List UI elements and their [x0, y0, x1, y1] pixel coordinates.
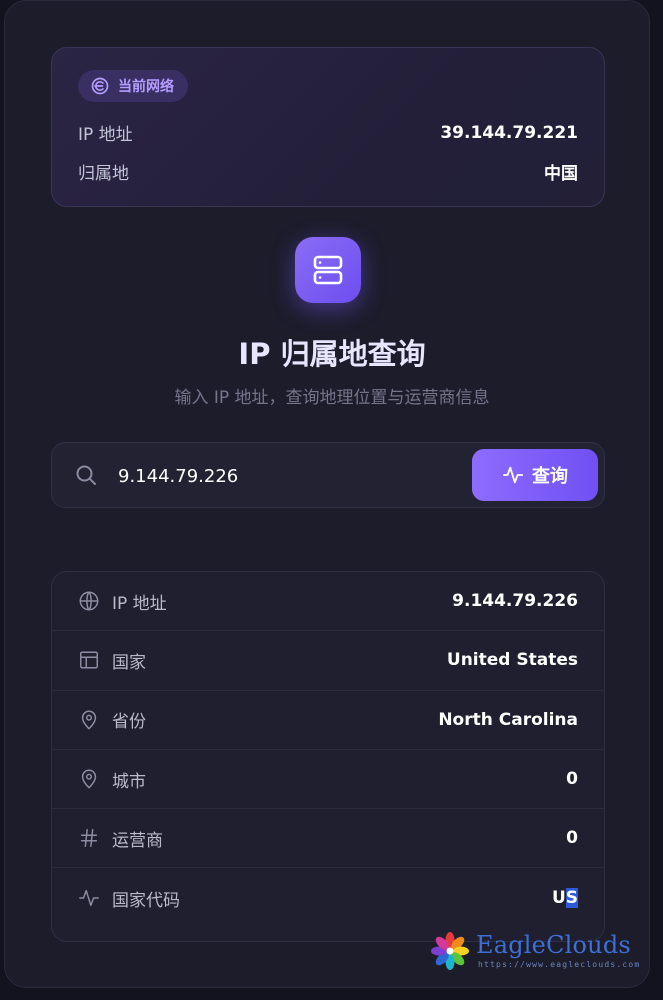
ip-search-input[interactable]	[116, 457, 460, 495]
current-ip-label: IP 地址	[78, 125, 133, 145]
search-button-label: 查询	[532, 466, 568, 487]
search-bar: 查询	[51, 442, 605, 508]
current-network-badge: 当前网络	[78, 70, 188, 102]
page-subtitle: 输入 IP 地址，查询地理位置与运营商信息	[174, 388, 490, 408]
activity-icon	[78, 887, 100, 909]
result-value-isp: 0	[566, 828, 578, 849]
result-label-country: 国家	[112, 652, 146, 673]
result-value-country-code[interactable]: US	[551, 888, 578, 909]
result-value-city: 0	[566, 769, 578, 790]
watermark-brand: EagleClouds	[476, 931, 631, 959]
layout-icon	[78, 649, 100, 671]
result-value-ip: 9.144.79.226	[452, 591, 578, 612]
activity-icon	[502, 466, 524, 484]
result-label-province: 省份	[112, 712, 146, 733]
map-pin-icon	[78, 709, 100, 731]
result-label-city: 城市	[112, 771, 146, 792]
main-panel: 当前网络 IP 地址 39.144.79.221 归属地 中国 IP 归属地查询…	[4, 0, 650, 988]
result-label-ip: IP 地址	[112, 593, 167, 614]
result-row-ip: IP 地址 9.144.79.226	[52, 572, 604, 632]
country-code-selection: S	[565, 888, 578, 909]
result-row-isp: 运营商 0	[52, 809, 604, 869]
map-pin-icon	[78, 768, 100, 790]
network-icon	[91, 77, 109, 95]
current-location-row: 归属地 中国	[78, 159, 578, 184]
result-row-country: 国家 United States	[52, 631, 604, 691]
server-icon	[313, 255, 343, 285]
search-icon	[76, 465, 96, 485]
page-title: IP 归属地查询	[238, 337, 426, 371]
current-location-label: 归属地	[78, 164, 129, 184]
result-card: IP 地址 9.144.79.226 国家 United States 省份 N…	[51, 571, 605, 942]
current-ip-row: IP 地址 39.144.79.221	[78, 120, 578, 146]
eagleclouds-watermark: EagleClouds https://www.eagleclouds.com	[430, 929, 650, 973]
result-value-province: North Carolina	[438, 709, 578, 730]
current-location-value: 中国	[544, 164, 578, 184]
hash-icon	[78, 827, 100, 849]
result-label-country-code: 国家代码	[112, 890, 180, 911]
result-value-country: United States	[446, 650, 578, 671]
current-network-card: 当前网络 IP 地址 39.144.79.221 归属地 中国	[51, 47, 605, 207]
result-row-country-code: 国家代码 US	[52, 868, 604, 927]
result-row-city: 城市 0	[52, 750, 604, 810]
watermark-url: https://www.eagleclouds.com	[478, 960, 641, 969]
result-label-isp: 运营商	[112, 830, 163, 851]
current-network-badge-label: 当前网络	[118, 79, 174, 95]
country-code-prefix: U	[551, 888, 566, 909]
search-button[interactable]: 查询	[472, 449, 598, 501]
hero-server-badge	[295, 237, 361, 303]
result-row-province: 省份 North Carolina	[52, 691, 604, 750]
eagleclouds-logo-icon	[431, 932, 469, 970]
current-ip-value: 39.144.79.221	[440, 122, 578, 143]
globe-icon	[78, 590, 100, 612]
